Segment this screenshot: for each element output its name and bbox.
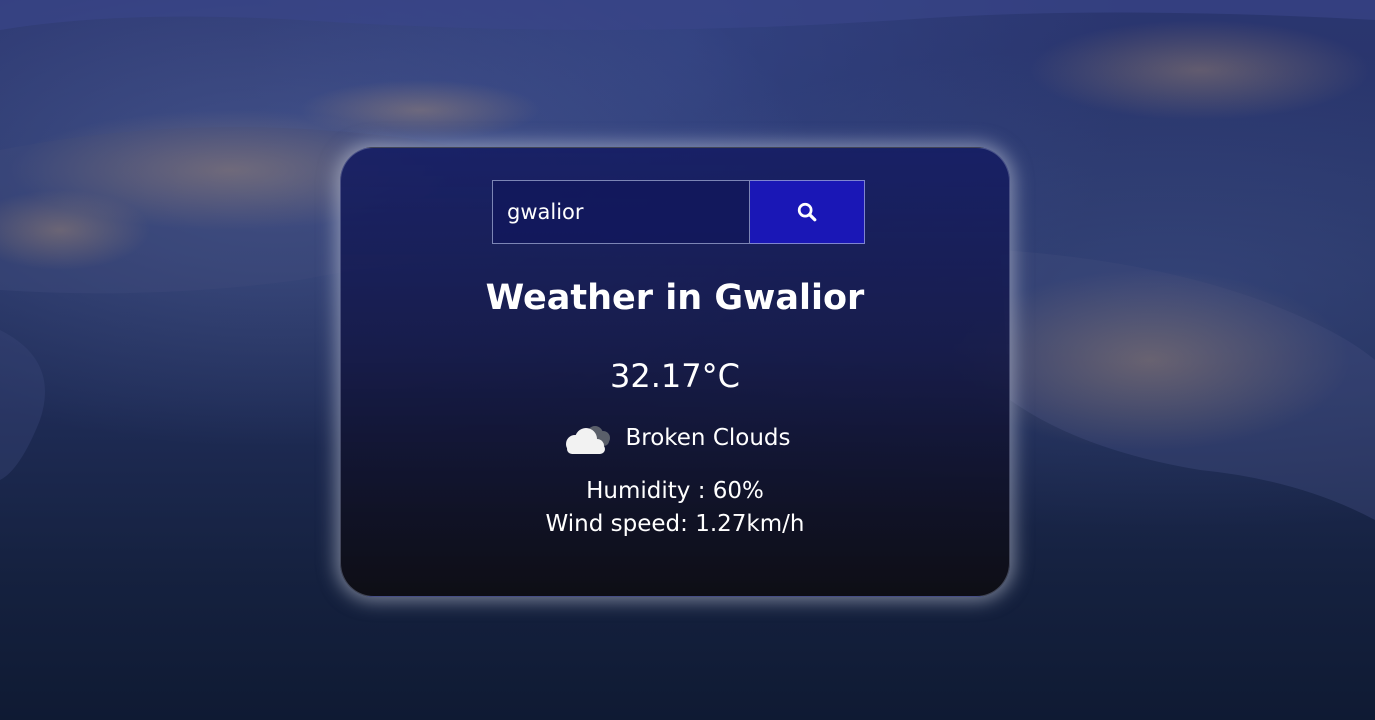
search-icon bbox=[797, 202, 817, 222]
search-bar bbox=[492, 180, 865, 244]
weather-card: Weather in Gwalior 32.17°C Broken Clouds… bbox=[340, 147, 1010, 597]
weather-title: Weather in Gwalior bbox=[485, 278, 865, 318]
temperature: 32.17°C bbox=[610, 357, 740, 395]
broken-clouds-icon bbox=[566, 426, 611, 454]
search-input[interactable] bbox=[492, 180, 750, 244]
search-button[interactable] bbox=[750, 180, 865, 244]
weather-description: Broken Clouds bbox=[625, 425, 791, 451]
weather-description-row: Broken Clouds bbox=[341, 418, 1009, 458]
wind-speed: Wind speed: 1.27km/h bbox=[545, 511, 805, 537]
humidity: Humidity : 60% bbox=[586, 478, 764, 504]
